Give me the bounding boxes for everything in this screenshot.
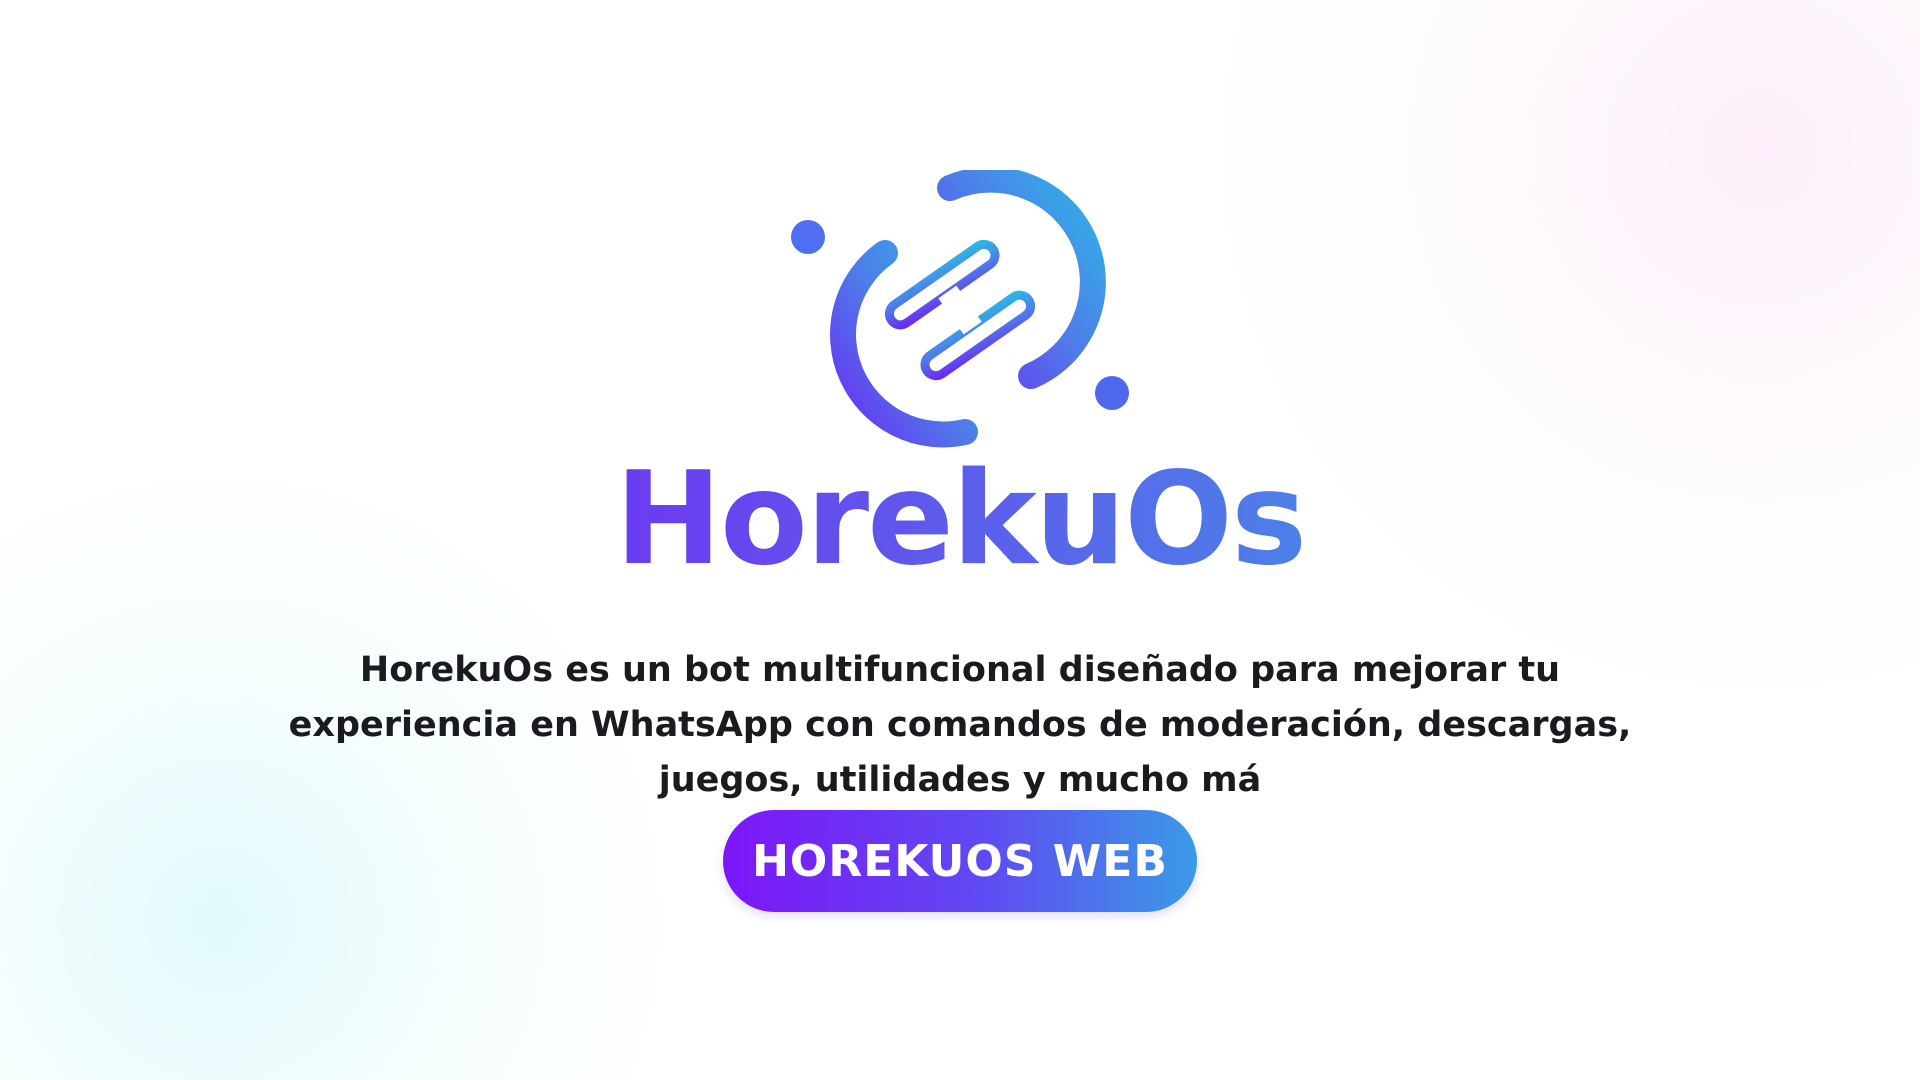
brand-title: HorekuOs <box>0 450 1920 590</box>
horekuos-web-button[interactable]: HOREKUOS WEB <box>723 810 1197 912</box>
brand-title-text: HorekuOs <box>614 445 1306 594</box>
hero-description: HorekuOs es un bot multifuncional diseña… <box>288 650 1632 800</box>
landing-page: HorekuOs HorekuOs es un bot multifuncion… <box>0 0 1920 1080</box>
horekuos-logo-icon <box>775 170 1145 460</box>
